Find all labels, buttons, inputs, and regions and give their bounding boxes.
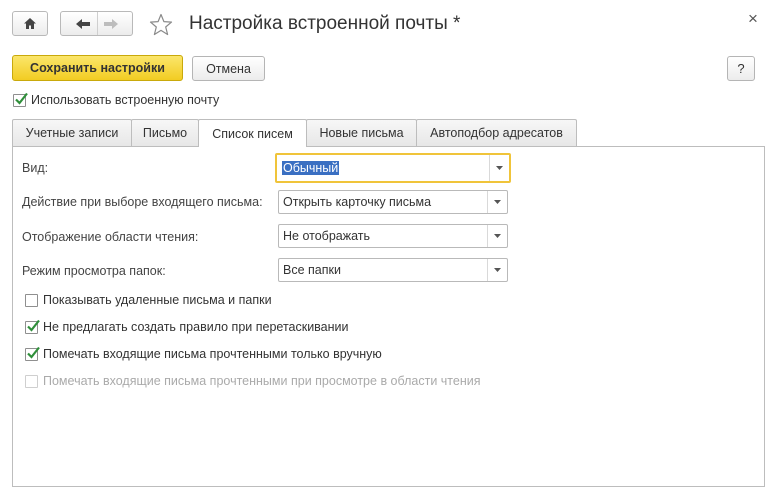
mark-read-on-preview-checkbox: Помечать входящие письма прочтенными при… [25,374,480,388]
checkbox-box[interactable] [25,346,40,361]
incoming-action-value: Открыть карточку письма [283,195,432,209]
checkbox-box[interactable] [13,92,28,107]
history-navigation [60,11,133,36]
reading-pane-value: Не отображать [283,229,371,243]
help-button[interactable]: ? [727,56,755,81]
tab-new-letters[interactable]: Новые письма [306,119,417,146]
save-settings-button[interactable]: Сохранить настройки [12,55,183,81]
checkmark-icon [27,319,40,332]
reading-pane-label: Отображение области чтения: [22,230,199,244]
folder-view-label: Режим просмотра папок: [22,264,166,278]
close-icon[interactable]: × [748,10,758,28]
chevron-down-icon[interactable] [487,259,507,281]
arrow-right-icon [103,18,119,30]
tab-accounts[interactable]: Учетные записи [12,119,132,146]
incoming-action-label: Действие при выборе входящего письма: [22,195,263,209]
checkbox-box [25,374,38,388]
mark-read-manually-checkbox[interactable]: Помечать входящие письма прочтенными тол… [25,346,382,361]
home-button[interactable] [12,11,48,36]
no-rule-on-drag-checkbox[interactable]: Не предлагать создать правило при перета… [25,319,349,334]
show-deleted-label: Показывать удаленные письма и папки [43,293,272,307]
back-button[interactable] [69,12,97,35]
home-icon [23,17,37,30]
checkmark-icon [15,92,28,105]
checkbox-box[interactable] [25,293,38,307]
use-builtin-mail-checkbox[interactable]: Использовать встроенную почту [13,92,220,107]
no-rule-on-drag-label: Не предлагать создать правило при перета… [43,320,349,334]
mark-read-on-preview-label: Помечать входящие письма прочтенными при… [43,374,481,388]
mark-read-manually-label: Помечать входящие письма прочтенными тол… [43,347,382,361]
star-icon[interactable] [149,13,173,39]
checkbox-box[interactable] [25,319,40,334]
view-select[interactable]: Обычный [275,153,511,183]
forward-button[interactable] [96,12,125,35]
view-value: Обычный [282,161,340,175]
cancel-button[interactable]: Отмена [192,56,265,81]
checkmark-icon [27,346,40,359]
folder-view-select[interactable]: Все папки [278,258,508,282]
chevron-down-icon[interactable] [487,225,507,247]
tab-letter[interactable]: Письмо [131,119,199,146]
reading-pane-select[interactable]: Не отображать [278,224,508,248]
tab-recipient-autocomplete[interactable]: Автоподбор адресатов [416,119,577,146]
tab-letter-list[interactable]: Список писем [198,119,307,147]
view-label: Вид: [22,161,49,175]
arrow-left-icon [75,18,91,30]
show-deleted-checkbox[interactable]: Показывать удаленные письма и папки [25,293,272,307]
chevron-down-icon[interactable] [487,191,507,213]
window-title: Настройка встроенной почты * [189,13,461,34]
folder-view-value: Все папки [283,263,341,277]
incoming-action-select[interactable]: Открыть карточку письма [278,190,508,214]
use-builtin-mail-label: Использовать встроенную почту [31,93,220,107]
chevron-down-icon[interactable] [489,155,509,181]
